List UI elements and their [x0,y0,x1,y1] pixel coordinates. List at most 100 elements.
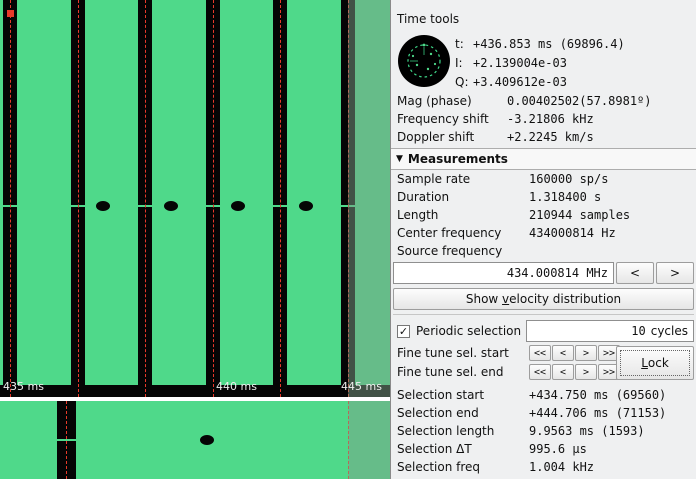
cycles-suffix: cycles [651,324,688,338]
envelope-dip [96,201,110,211]
frequency-step-up-button[interactable]: > [656,262,694,284]
separator-line [393,314,694,315]
selection-end-label: Selection end [397,406,529,420]
selection-info: Selection start +434.750 ms (69560) Sele… [393,386,694,476]
cycles-input[interactable]: 10 cycles [526,320,694,342]
envelope-dip [299,201,313,211]
i-readout-row: I: +2.139004e-03 [455,53,625,72]
periodic-selection-checkbox[interactable]: ✓ [397,325,410,338]
selection-freq-row: Selection freq 1.004 kHz [393,458,694,476]
overview-waveform-view[interactable] [0,401,390,479]
sample-rate-row: Sample rate 160000 sp/s [393,170,694,188]
mag-phase-value: 0.00402502(57.8981º) [507,94,652,108]
cycle-marker-line [10,0,11,397]
center-frequency-value: 434000814 Hz [529,226,616,240]
cycle-marker-line [66,401,67,479]
frequency-shift-row: Frequency shift -3.21806 kHz [393,110,694,128]
cursor-marker [7,10,14,17]
signal-burst [0,0,3,385]
main-waveform-view[interactable]: 435 ms 440 ms 445 ms [0,0,390,397]
button-label-mnemonic: v [502,292,509,306]
q-label: Q: [455,75,473,89]
fine-start-fast-back-button[interactable]: << [529,345,551,361]
length-label: Length [397,208,529,222]
doppler-shift-value: +2.2245 km/s [507,130,594,144]
cycle-marker-line [280,0,281,397]
fine-tune-end-label: Fine tune sel. end [397,365,529,379]
signal-burst [17,0,71,385]
time-tools-panel: Time tools t: +436.853 ms (69896.4) [391,0,696,479]
waveform-column: 435 ms 440 ms 445 ms [0,0,391,479]
frequency-shift-value: -3.21806 kHz [507,112,594,126]
sample-rate-value: 160000 sp/s [529,172,608,186]
fine-end-forward-button[interactable]: > [575,364,597,380]
time-axis-label: 440 ms [216,380,257,393]
selection-delta-t-value: 995.6 µs [529,442,587,456]
selection-end-value: +444.706 ms (71153) [529,406,666,420]
duration-value: 1.318400 s [529,190,601,204]
doppler-shift-label: Doppler shift [397,130,507,144]
cycles-value: 10 [631,324,645,338]
cycle-marker-line [213,0,214,397]
time-axis-label: 435 ms [3,380,44,393]
periodic-selection-row: ✓ Periodic selection 10 cycles [393,320,694,342]
signal-burst [287,0,341,385]
button-label-pre: Show [466,292,502,306]
lock-label-rest: ock [648,356,669,370]
frequency-input-value: 434.000814 MHz [507,266,608,280]
q-value: +3.409612e-03 [473,75,567,89]
signal-burst [85,0,138,385]
i-value: +2.139004e-03 [473,56,567,70]
q-readout-row: Q: +3.409612e-03 [455,72,625,91]
envelope-dip [164,201,178,211]
mag-phase-row: Mag (phase) 0.00402502(57.8981º) [393,92,694,110]
signal-burst [152,0,206,385]
fine-start-back-button[interactable]: < [552,345,574,361]
frequency-input[interactable]: 434.000814 MHz [393,262,614,284]
fine-end-back-button[interactable]: < [552,364,574,380]
checkmark-icon: ✓ [399,326,408,337]
duration-label: Duration [397,190,529,204]
frequency-spinbox-row: 434.000814 MHz < > [393,262,694,284]
measurements-title: Measurements [408,152,508,166]
center-frequency-label: Center frequency [397,226,529,240]
button-label-rest: elocity distribution [509,292,621,306]
lock-button[interactable]: Lock [616,346,694,380]
phase-dial-icon [397,34,451,88]
envelope-dip [200,435,214,445]
selection-start-row: Selection start +434.750 ms (69560) [393,386,694,404]
sample-rate-label: Sample rate [397,172,529,186]
time-readout-row: t: +436.853 ms (69896.4) [455,34,625,53]
i-label: I: [455,56,473,70]
duration-row: Duration 1.318400 s [393,188,694,206]
selection-overlay [348,401,390,479]
envelope-dip [231,201,245,211]
signal-burst [0,401,57,479]
length-value: 210944 samples [529,208,630,222]
measurements-section-header[interactable]: ▼ Measurements [391,148,696,170]
cycle-marker-line [145,0,146,397]
iq-values: t: +436.853 ms (69896.4) I: +2.139004e-0… [455,34,625,92]
selection-delta-t-row: Selection ΔT 995.6 µs [393,440,694,458]
iq-readout: t: +436.853 ms (69896.4) I: +2.139004e-0… [393,34,694,92]
selection-delta-t-label: Selection ΔT [397,442,529,456]
source-frequency-row: Source frequency [393,242,694,260]
t-label: t: [455,37,473,51]
fine-tune-start-label: Fine tune sel. start [397,346,529,360]
selection-freq-label: Selection freq [397,460,529,474]
t-value: +436.853 ms (69896.4) [473,37,625,51]
selection-freq-value: 1.004 kHz [529,460,594,474]
selection-end-row: Selection end +444.706 ms (71153) [393,404,694,422]
collapse-icon: ▼ [396,154,403,164]
cycle-marker-line [78,0,79,397]
selection-start-value: +434.750 ms (69560) [529,388,666,402]
source-frequency-label: Source frequency [397,244,529,258]
fine-start-forward-button[interactable]: > [575,345,597,361]
selection-start-label: Selection start [397,388,529,402]
time-axis-label: 445 ms [341,380,382,393]
fine-end-fast-back-button[interactable]: << [529,364,551,380]
show-velocity-distribution-button[interactable]: Show velocity distribution [393,288,694,310]
mag-phase-label: Mag (phase) [397,94,507,108]
selection-length-row: Selection length 9.9563 ms (1593) [393,422,694,440]
frequency-step-down-button[interactable]: < [616,262,654,284]
